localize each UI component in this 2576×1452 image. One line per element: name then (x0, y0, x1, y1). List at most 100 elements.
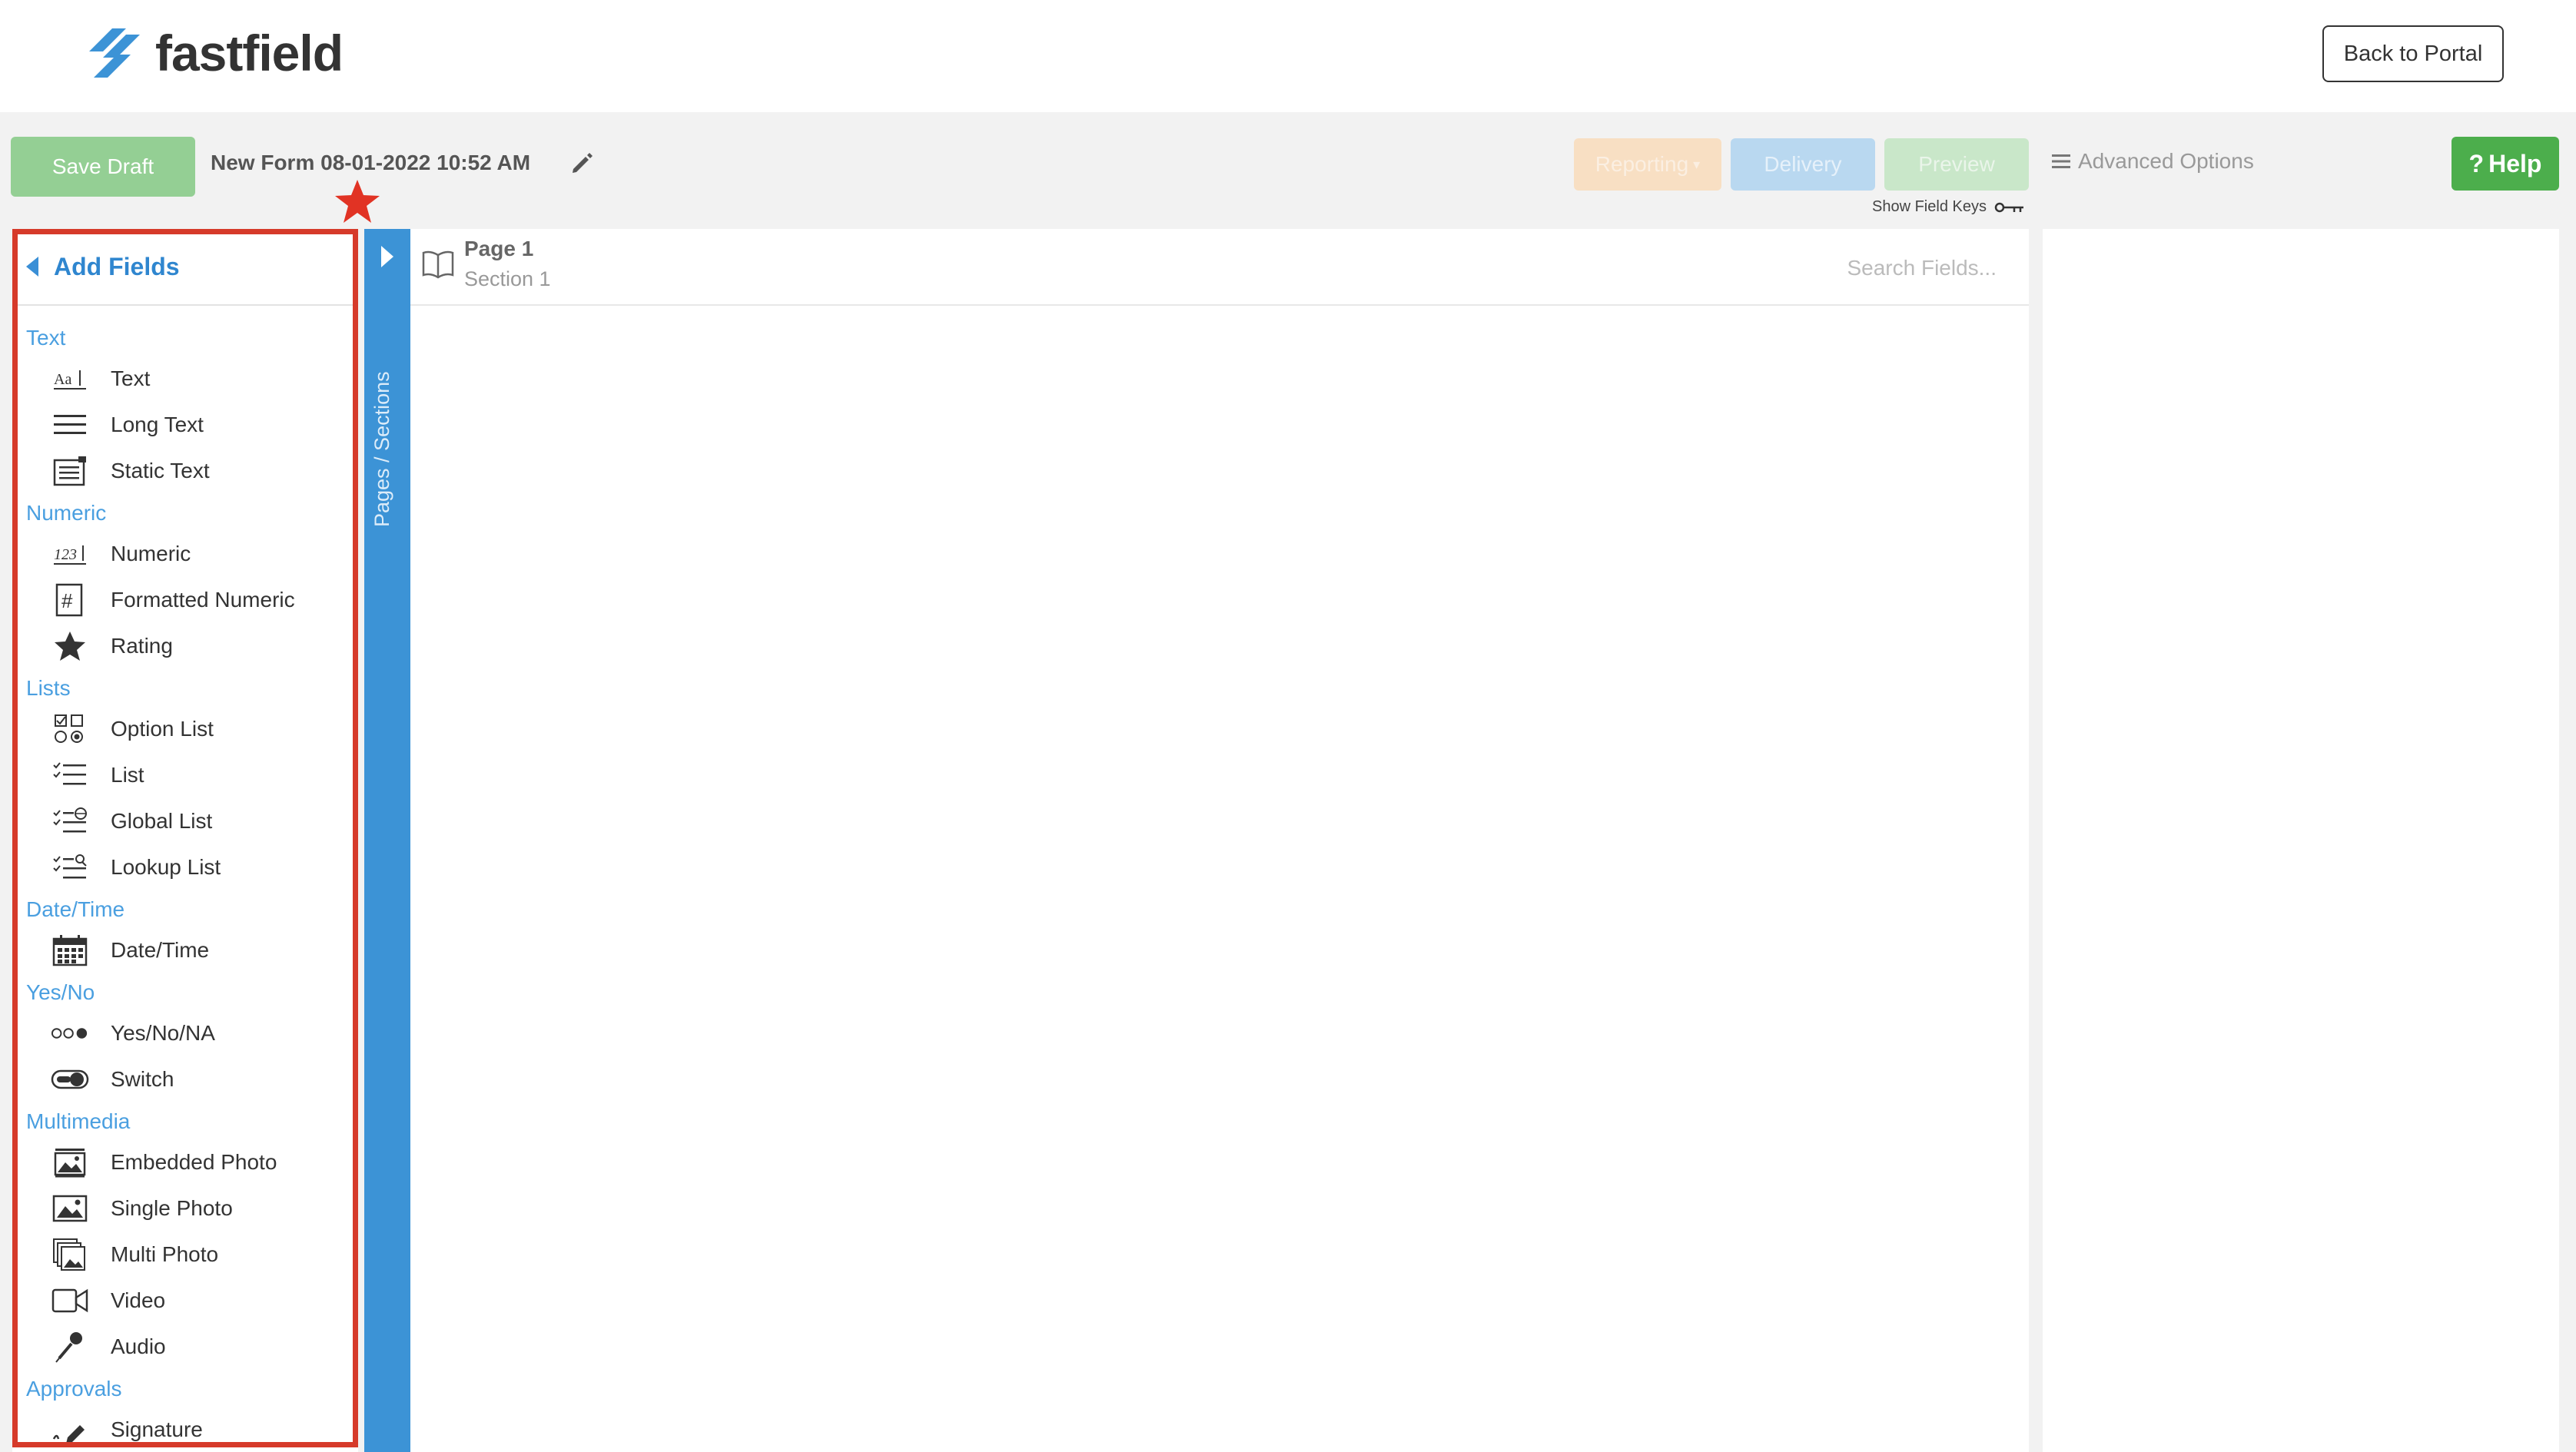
fastfield-logo-icon (89, 28, 140, 78)
static-text-icon (51, 452, 89, 490)
lookup-list-icon (51, 848, 89, 887)
delivery-button[interactable]: Delivery (1731, 138, 1875, 191)
field-item-static-text[interactable]: Static Text (51, 452, 210, 490)
list-icon (51, 756, 89, 794)
global-list-icon (51, 802, 89, 840)
field-item-numeric[interactable]: 123 Numeric (51, 535, 191, 573)
show-field-keys-toggle[interactable]: Show Field Keys (1872, 198, 2025, 216)
field-item-audio[interactable]: Audio (51, 1328, 166, 1366)
field-item-yes-no-na[interactable]: Yes/No/NA (51, 1014, 215, 1053)
form-title: New Form 08-01-2022 10:52 AM (211, 151, 531, 174)
category-yes-no: Yes/No (26, 980, 95, 1004)
pages-sections-label: Pages / Sections (370, 371, 393, 527)
field-item-label: Audio (111, 1334, 166, 1358)
properties-panel (2043, 229, 2559, 1452)
switch-icon (51, 1060, 89, 1099)
svg-text:Aa: Aa (54, 371, 71, 388)
field-item-label: Global List (111, 809, 213, 833)
edit-title-pencil-icon[interactable] (569, 151, 595, 177)
highlight-star-icon (335, 180, 380, 223)
calendar-icon (51, 931, 89, 970)
canvas-header: Page 1 Section 1 (410, 229, 2029, 306)
preview-button[interactable]: Preview (1884, 138, 2029, 191)
long-text-icon (51, 406, 89, 444)
svg-text:#: # (61, 589, 73, 612)
field-item-label: List (111, 763, 144, 787)
category-lists: Lists (26, 676, 71, 700)
reporting-button[interactable]: Reporting ▾ (1574, 138, 1721, 191)
field-item-option-list[interactable]: Option List (51, 710, 214, 748)
section-title[interactable]: Section 1 (464, 267, 551, 291)
field-item-multi-photo[interactable]: Multi Photo (51, 1235, 218, 1274)
category-approvals: Approvals (26, 1377, 122, 1401)
field-item-single-photo[interactable]: Single Photo (51, 1189, 233, 1228)
dropdown-caret-icon: ▾ (1693, 156, 1701, 172)
numeric-icon: 123 (51, 535, 89, 573)
field-item-label: Date/Time (111, 938, 210, 962)
field-item-lookup-list[interactable]: Lookup List (51, 848, 221, 887)
back-to-portal-button[interactable]: Back to Portal (2322, 25, 2504, 82)
pages-sections-bar[interactable]: Pages / Sections (364, 229, 410, 1452)
category-multimedia: Multimedia (26, 1109, 131, 1133)
field-item-embedded-photo[interactable]: Embedded Photo (51, 1143, 277, 1182)
video-icon (51, 1281, 89, 1320)
add-fields-title: Add Fields (54, 252, 180, 280)
field-item-label: Signature (111, 1417, 203, 1441)
field-item-list[interactable]: List (51, 756, 144, 794)
logo-text: fastfield (155, 25, 344, 81)
microphone-icon (51, 1328, 89, 1366)
option-list-icon (51, 710, 89, 748)
key-icon (1994, 202, 2023, 212)
field-item-global-list[interactable]: Global List (51, 802, 212, 840)
svg-text:123: 123 (54, 546, 77, 563)
field-item-formatted-numeric[interactable]: # Formatted Numeric (51, 581, 295, 619)
field-item-label: Multi Photo (111, 1242, 219, 1266)
field-item-label: Lookup List (111, 855, 221, 879)
help-button[interactable]: ? Help (2452, 137, 2559, 191)
search-fields-input[interactable] (1795, 255, 1998, 281)
star-icon (51, 627, 89, 665)
field-item-label: Single Photo (111, 1196, 233, 1220)
field-item-rating[interactable]: Rating (51, 627, 173, 665)
hamburger-icon (2052, 154, 2070, 168)
add-fields-panel: Add Fields Text Aa Text Long Text Static… (12, 229, 358, 1452)
field-item-label: Long Text (111, 413, 204, 436)
field-item-long-text[interactable]: Long Text (51, 406, 204, 444)
reporting-label: Reporting (1595, 152, 1689, 176)
field-item-label: Static Text (111, 459, 210, 482)
field-item-label: Switch (111, 1067, 174, 1091)
page-title[interactable]: Page 1 (464, 237, 533, 261)
expand-arrow-icon (381, 246, 393, 267)
field-item-label: Text (111, 366, 151, 390)
form-canvas[interactable]: Page 1 Section 1 (410, 229, 2029, 1452)
field-item-video[interactable]: Video (51, 1281, 165, 1320)
app-header: fastfield Back to Portal (0, 0, 2576, 112)
field-item-signature[interactable]: Signature (51, 1411, 203, 1449)
field-item-date-time[interactable]: Date/Time (51, 931, 209, 970)
field-item-label: Embedded Photo (111, 1150, 277, 1174)
question-icon: ? (2468, 149, 2485, 177)
text-field-icon: Aa (51, 360, 89, 398)
hash-icon: # (51, 581, 89, 619)
field-item-label: Rating (111, 634, 173, 658)
advanced-options-button[interactable]: Advanced Options (2052, 149, 2254, 174)
field-item-switch[interactable]: Switch (51, 1060, 174, 1099)
advanced-options-label: Advanced Options (2078, 149, 2254, 173)
field-item-label: Video (111, 1288, 166, 1312)
add-fields-header[interactable]: Add Fields (12, 229, 358, 306)
field-item-text[interactable]: Aa Text (51, 360, 150, 398)
show-field-keys-label: Show Field Keys (1872, 198, 1987, 215)
category-text: Text (26, 326, 66, 350)
field-item-label: Formatted Numeric (111, 588, 295, 612)
fastfield-logo[interactable]: fastfield (89, 25, 344, 81)
category-numeric: Numeric (26, 501, 107, 525)
save-draft-button[interactable]: Save Draft (11, 137, 195, 197)
single-photo-icon (51, 1189, 89, 1228)
multi-photo-icon (51, 1235, 89, 1274)
book-icon (422, 250, 454, 279)
field-item-label: Numeric (111, 542, 191, 565)
embedded-photo-icon (51, 1143, 89, 1182)
field-item-label: Option List (111, 717, 214, 741)
help-label: Help (2488, 149, 2542, 177)
signature-icon (51, 1411, 89, 1449)
